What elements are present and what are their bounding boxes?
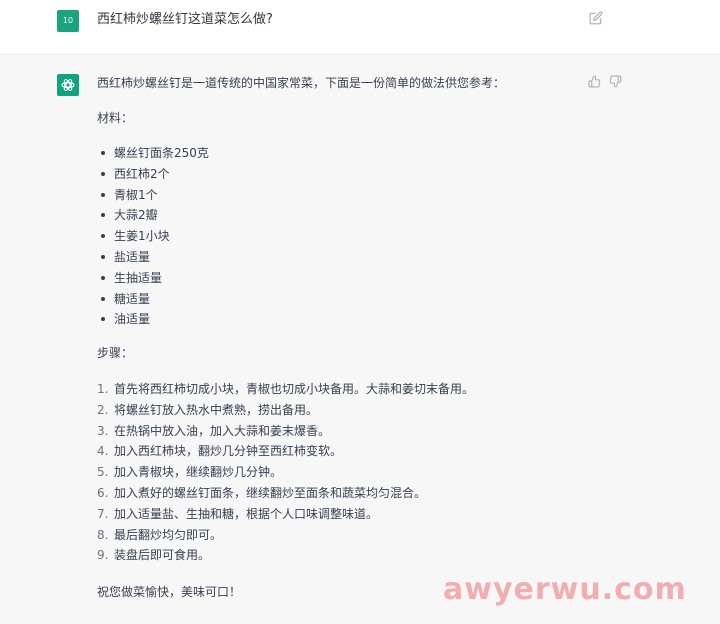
step-item: 2. 将螺丝钉放入热水中煮熟，捞出备用。 (97, 400, 474, 421)
steps-list: 1. 首先将西红柿切成小块，青椒也切成小块备用。大蒜和姜切末备用。 2. 将螺丝钉放… (97, 379, 474, 566)
list-item: 盐适量 (97, 247, 209, 268)
step-number: 3. (97, 423, 109, 438)
step-number: 1. (97, 382, 109, 396)
step-number: 5. (97, 465, 109, 480)
step-number: 6. (97, 485, 109, 500)
user-avatar: 10 (57, 10, 79, 32)
step-text: 最后翻炒均匀即可。 (114, 527, 223, 542)
edit-icon[interactable] (589, 11, 603, 25)
step-number: 9. (97, 548, 109, 563)
list-item: 生抽适量 (97, 268, 209, 289)
step-item: 5. 加入青椒块，继续翻炒几分钟。 (97, 462, 474, 483)
step-text: 加入煮好的螺丝钉面条，继续翻炒至面条和蔬菜均匀混合。 (114, 485, 427, 500)
step-text: 加入青椒块，继续翻炒几分钟。 (114, 465, 283, 480)
step-text: 在热锅中放入油，加入大蒜和姜末爆香。 (114, 423, 331, 438)
step-number: 2. (97, 402, 109, 417)
step-text: 加入适量盐、生抽和糖，根据个人口味调整味道。 (114, 506, 379, 521)
assistant-message-row: 西红柿炒螺丝钉是一道传统的中国家常菜，下面是一份简单的做法供您参考： 材料： 螺… (0, 55, 720, 624)
list-item: 大蒜2瓣 (97, 205, 209, 226)
assistant-avatar (57, 74, 79, 96)
user-message-text: 西红柿炒螺丝钉这道菜怎么做? (97, 12, 273, 27)
watermark: awyerwu.com (443, 572, 687, 607)
materials-list: 螺丝钉面条250克 西红柿2个 青椒1个 大蒜2瓣 生姜1小块 盐适量 生抽适量… (97, 143, 209, 330)
step-text: 将螺丝钉放入热水中煮熟，捞出备用。 (114, 402, 319, 417)
step-item: 1. 首先将西红柿切成小块，青椒也切成小块备用。大蒜和姜切末备用。 (97, 379, 474, 400)
step-item: 4. 加入西红柿块，翻炒几分钟至西红柿变软。 (97, 441, 474, 462)
steps-heading: 步骤： (97, 346, 134, 360)
list-item: 青椒1个 (97, 185, 209, 206)
step-text: 装盘后即可食用。 (114, 548, 211, 563)
thumb-down-icon[interactable] (609, 75, 622, 88)
list-item: 油适量 (97, 309, 209, 330)
step-number: 4. (97, 444, 109, 459)
step-item: 3. 在热锅中放入油，加入大蒜和姜末爆香。 (97, 421, 474, 442)
step-item: 8. 最后翻炒均匀即可。 (97, 525, 474, 546)
step-item: 9. 装盘后即可食用。 (97, 545, 474, 566)
step-item: 7. 加入适量盐、生抽和糖，根据个人口味调整味道。 (97, 504, 474, 525)
step-item: 6. 加入煮好的螺丝钉面条，继续翻炒至面条和蔬菜均匀混合。 (97, 483, 474, 504)
materials-heading: 材料： (97, 111, 134, 125)
step-text: 加入西红柿块，翻炒几分钟至西红柿变软。 (114, 444, 343, 459)
openai-logo-icon (61, 79, 75, 91)
list-item: 生姜1小块 (97, 226, 209, 247)
list-item: 糖适量 (97, 289, 209, 310)
step-number: 8. (97, 527, 109, 542)
step-number: 7. (97, 506, 109, 521)
thumb-up-icon[interactable] (588, 75, 601, 88)
intro-text: 西红柿炒螺丝钉是一道传统的中国家常菜，下面是一份简单的做法供您参考： (97, 76, 506, 90)
list-item: 螺丝钉面条250克 (97, 143, 209, 164)
list-item: 西红柿2个 (97, 164, 209, 185)
user-message-row: 10 西红柿炒螺丝钉这道菜怎么做? (0, 0, 720, 55)
step-text: 首先将西红柿切成小块，青椒也切成小块备用。大蒜和姜切末备用。 (114, 382, 475, 396)
closing-text: 祝您做菜愉快，美味可口！ (97, 585, 242, 599)
